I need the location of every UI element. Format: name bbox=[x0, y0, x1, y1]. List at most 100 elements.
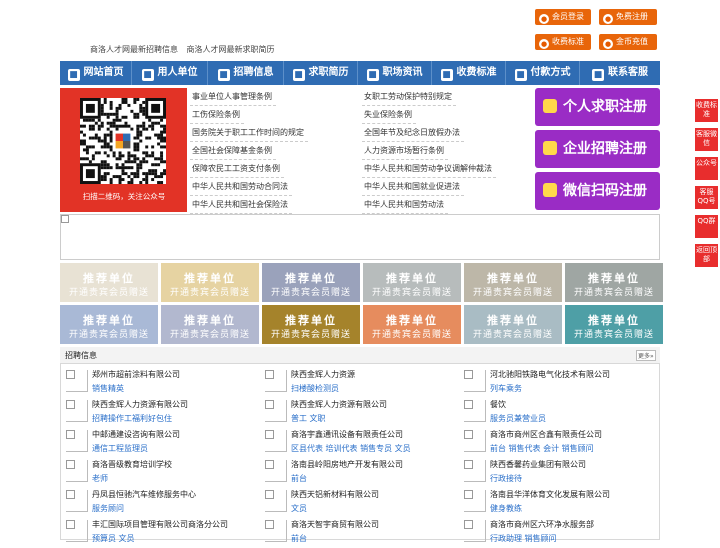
top-button-2[interactable]: ● 收费标准 bbox=[535, 34, 591, 50]
law-link-right-2[interactable]: 全国年节及纪念日放假办法 bbox=[362, 124, 464, 142]
company-name[interactable]: 郑州市超前涂料有限公司 bbox=[92, 369, 180, 380]
company-name[interactable]: 丹凤县恒驰汽车维修服务中心 bbox=[92, 489, 196, 500]
company-name[interactable]: 丰汇国际项目管理有限公司商洛分公司 bbox=[92, 519, 228, 530]
company-name[interactable]: 陕西金辉人力资源 bbox=[291, 369, 355, 380]
job-positions[interactable]: 文员 bbox=[291, 503, 307, 514]
job-item[interactable]: 陕西香馨药业集团有限公司 行政接待 bbox=[458, 458, 653, 488]
company-name[interactable]: 中邮通建设咨询有限公司 bbox=[92, 429, 180, 440]
law-link-right-1[interactable]: 失业保险条例 bbox=[362, 106, 416, 124]
law-link-right-5[interactable]: 中华人民共和国就业促进法 bbox=[362, 178, 464, 196]
law-link-left-6[interactable]: 中华人民共和国社会保险法 bbox=[190, 196, 292, 214]
nav-item-7[interactable]: ■ 联系客服 bbox=[580, 61, 660, 85]
nav-item-6[interactable]: ■ 付款方式 bbox=[506, 61, 580, 85]
top-button-3[interactable]: ● 金币充值 bbox=[599, 34, 657, 50]
law-link-right-4[interactable]: 中华人民共和国劳动争议调解仲裁法 bbox=[362, 160, 496, 178]
job-item[interactable]: 陕西天铝新材料有限公司 文员 bbox=[259, 488, 454, 518]
company-name[interactable]: 商洛天智宇商贸有限公司 bbox=[291, 519, 379, 530]
job-item[interactable]: 商洛天智宇商贸有限公司 前台 bbox=[259, 518, 454, 548]
job-item[interactable]: 陕西金辉人力资源 扫楼酸检测员 bbox=[259, 368, 454, 398]
top-button-1[interactable]: ● 免费注册 bbox=[599, 9, 657, 25]
law-link-right-3[interactable]: 人力资源市场暂行条例 bbox=[362, 142, 448, 160]
ad-tile-8[interactable]: 推荐单位 开通贵宾会员赠送 bbox=[262, 305, 360, 344]
law-link-right-0[interactable]: 女职工劳动保护特别规定 bbox=[362, 88, 456, 106]
register-button-0[interactable]: 个人求职注册 bbox=[535, 88, 660, 126]
side-button-0[interactable]: 收费标准 bbox=[695, 99, 718, 122]
ad-tile-9[interactable]: 推荐单位 开通贵宾会员赠送 bbox=[363, 305, 461, 344]
job-item[interactable]: 商洛市商州区六环净水服务部 行政助理 销售顾问 bbox=[458, 518, 653, 548]
company-name[interactable]: 陕西香馨药业集团有限公司 bbox=[490, 459, 586, 470]
ad-tile-11[interactable]: 推荐单位 开通贵宾会员赠送 bbox=[565, 305, 663, 344]
company-name[interactable]: 陕西天铝新材料有限公司 bbox=[291, 489, 379, 500]
job-positions[interactable]: 区县代表 培训代表 销售专员 文员 bbox=[291, 443, 411, 454]
law-link-left-0[interactable]: 事业单位人事管理条例 bbox=[190, 88, 276, 106]
nav-item-2[interactable]: ■ 招聘信息 bbox=[208, 61, 284, 85]
job-positions[interactable]: 行政接待 bbox=[490, 473, 522, 484]
job-item[interactable]: 洛南县岭阳房地产开发有限公司 前台 bbox=[259, 458, 454, 488]
law-link-left-5[interactable]: 中华人民共和国劳动合同法 bbox=[190, 178, 292, 196]
job-item[interactable]: 丰汇国际项目管理有限公司商洛分公司 预算员 文员 bbox=[60, 518, 255, 548]
job-item[interactable]: 商洛晋级教育培训学校 老师 bbox=[60, 458, 255, 488]
company-name[interactable]: 商洛晋级教育培训学校 bbox=[92, 459, 172, 470]
job-positions[interactable]: 前台 销售代表 会计 销售顾问 bbox=[490, 443, 594, 454]
job-item[interactable]: 商洛宇鑫通讯设备有限责任公司 区县代表 培训代表 销售专员 文员 bbox=[259, 428, 454, 458]
job-positions[interactable]: 列车乘务 bbox=[490, 383, 522, 394]
company-name[interactable]: 商洛市商州区合鑫有限责任公司 bbox=[490, 429, 602, 440]
more-link[interactable]: 更多» bbox=[636, 350, 656, 361]
job-item[interactable]: 中邮通建设咨询有限公司 通信工程监理员 bbox=[60, 428, 255, 458]
side-button-1[interactable]: 客服微信 bbox=[695, 128, 718, 151]
nav-item-0[interactable]: ■ 网站首页 bbox=[60, 61, 132, 85]
side-button-2[interactable]: 公众号 bbox=[695, 157, 718, 180]
ad-tile-1[interactable]: 推荐单位 开通贵宾会员赠送 bbox=[161, 263, 259, 302]
job-positions[interactable]: 行政助理 销售顾问 bbox=[490, 533, 557, 544]
job-positions[interactable]: 扫楼酸检测员 bbox=[291, 383, 339, 394]
job-positions[interactable]: 服务顾问 bbox=[92, 503, 124, 514]
company-name[interactable]: 陕西金辉人力资源有限公司 bbox=[291, 399, 387, 410]
company-name[interactable]: 陕西金辉人力资源有限公司 bbox=[92, 399, 188, 410]
job-positions[interactable]: 招聘操作工福利好包住 bbox=[92, 413, 172, 424]
ad-tile-7[interactable]: 推荐单位 开通贵宾会员赠送 bbox=[161, 305, 259, 344]
side-button-5[interactable]: 返回顶部 bbox=[695, 244, 718, 267]
side-button-3[interactable]: 客服QQ号 bbox=[695, 186, 718, 209]
job-item[interactable]: 河北驰阳铁路电气化技术有限公司 列车乘务 bbox=[458, 368, 653, 398]
job-item[interactable]: 丹凤县恒驰汽车维修服务中心 服务顾问 bbox=[60, 488, 255, 518]
top-button-0[interactable]: ● 会员登录 bbox=[535, 9, 591, 25]
job-positions[interactable]: 通信工程监理员 bbox=[92, 443, 148, 454]
law-link-left-2[interactable]: 国务院关于职工工作时间的规定 bbox=[190, 124, 308, 142]
company-name[interactable]: 洛南县岭阳房地产开发有限公司 bbox=[291, 459, 403, 470]
company-name[interactable]: 商洛市商州区六环净水服务部 bbox=[490, 519, 594, 530]
company-name[interactable]: 商洛宇鑫通讯设备有限责任公司 bbox=[291, 429, 403, 440]
company-name[interactable]: 河北驰阳铁路电气化技术有限公司 bbox=[490, 369, 610, 380]
company-name[interactable]: 洛南县华洋体育文化发展有限公司 bbox=[490, 489, 610, 500]
ad-tile-6[interactable]: 推荐单位 开通贵宾会员赠送 bbox=[60, 305, 158, 344]
job-item[interactable]: 商洛市商州区合鑫有限责任公司 前台 销售代表 会计 销售顾问 bbox=[458, 428, 653, 458]
nav-item-1[interactable]: ■ 用人单位 bbox=[132, 61, 208, 85]
job-item[interactable]: 餐饮 服务员兼营业员 bbox=[458, 398, 653, 428]
job-positions[interactable]: 销售精英 bbox=[92, 383, 124, 394]
nav-item-4[interactable]: ■ 职场资讯 bbox=[358, 61, 432, 85]
job-item[interactable]: 陕西金辉人力资源有限公司 普工 文职 bbox=[259, 398, 454, 428]
side-button-4[interactable]: QQ群 bbox=[695, 215, 718, 238]
job-positions[interactable]: 前台 bbox=[291, 533, 307, 544]
job-positions[interactable]: 健身教练 bbox=[490, 503, 522, 514]
law-link-left-4[interactable]: 保障农民工工资支付条例 bbox=[190, 160, 284, 178]
job-item[interactable]: 郑州市超前涂料有限公司 销售精英 bbox=[60, 368, 255, 398]
job-positions[interactable]: 前台 bbox=[291, 473, 307, 484]
job-item[interactable]: 陕西金辉人力资源有限公司 招聘操作工福利好包住 bbox=[60, 398, 255, 428]
ad-tile-4[interactable]: 推荐单位 开通贵宾会员赠送 bbox=[464, 263, 562, 302]
ad-tile-10[interactable]: 推荐单位 开通贵宾会员赠送 bbox=[464, 305, 562, 344]
register-button-1[interactable]: 企业招聘注册 bbox=[535, 130, 660, 168]
register-button-2[interactable]: 微信扫码注册 bbox=[535, 172, 660, 210]
job-positions[interactable]: 服务员兼营业员 bbox=[490, 413, 546, 424]
company-name[interactable]: 餐饮 bbox=[490, 399, 506, 410]
ad-tile-5[interactable]: 推荐单位 开通贵宾会员赠送 bbox=[565, 263, 663, 302]
nav-item-5[interactable]: ■ 收费标准 bbox=[432, 61, 506, 85]
ad-tile-0[interactable]: 推荐单位 开通贵宾会员赠送 bbox=[60, 263, 158, 302]
job-positions[interactable]: 预算员 文员 bbox=[92, 533, 135, 544]
law-link-left-3[interactable]: 全国社会保障基金条例 bbox=[190, 142, 276, 160]
law-link-left-1[interactable]: 工伤保险条例 bbox=[190, 106, 244, 124]
law-link-right-6[interactable]: 中华人民共和国劳动法 bbox=[362, 196, 448, 214]
job-positions[interactable]: 老师 bbox=[92, 473, 108, 484]
job-item[interactable]: 洛南县华洋体育文化发展有限公司 健身教练 bbox=[458, 488, 653, 518]
nav-item-3[interactable]: ■ 求职简历 bbox=[284, 61, 358, 85]
job-positions[interactable]: 普工 文职 bbox=[291, 413, 326, 424]
